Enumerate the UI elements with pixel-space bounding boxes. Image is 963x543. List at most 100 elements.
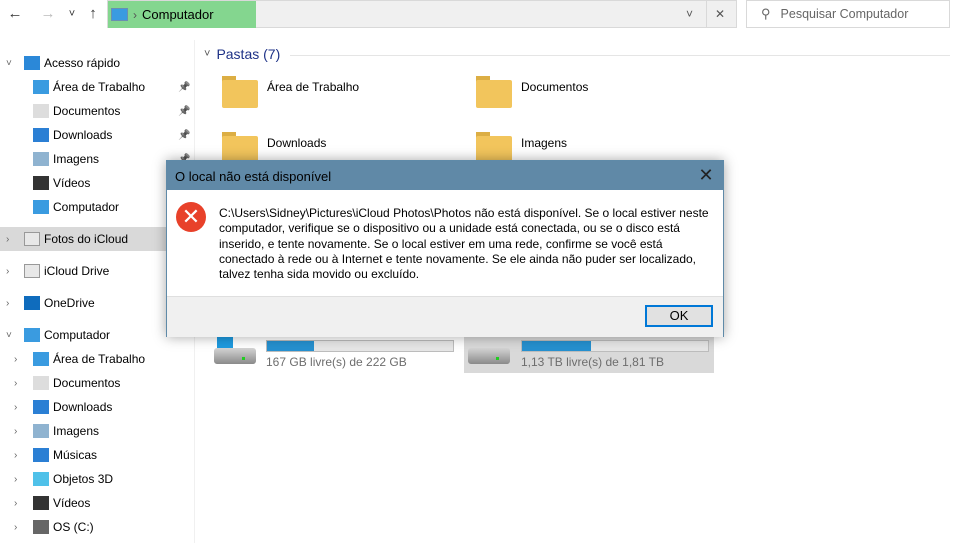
icloud-photos-icon [24, 232, 40, 246]
back-button[interactable]: ← [6, 5, 24, 23]
sidebar-item-label: Imagens [53, 424, 100, 438]
music-icon [33, 448, 49, 462]
sidebar-item-label: Fotos do iCloud [44, 232, 129, 246]
sidebar-item-label: Imagens [53, 152, 100, 166]
drive-usage-bar [521, 340, 709, 352]
hard-drive-icon [214, 348, 256, 364]
divider [706, 1, 707, 28]
up-button[interactable]: ↑ [84, 5, 102, 23]
hard-drive-icon [468, 348, 510, 364]
drive-free-label: 167 GB livre(s) de 222 GB [266, 355, 407, 369]
search-icon: ⚲ [761, 6, 771, 21]
pin-icon: 📌 [178, 105, 191, 117]
sidebar-item-label: Computador [44, 328, 111, 342]
videos-icon [33, 176, 49, 190]
sidebar-item-label: Downloads [53, 400, 113, 414]
sidebar-item[interactable]: Área de Trabalho 📌 [0, 75, 195, 99]
divider [290, 55, 950, 56]
search-placeholder: Pesquisar Computador [780, 7, 909, 21]
videos-icon [33, 496, 49, 510]
ok-button[interactable]: OK [645, 305, 713, 327]
group-title: Pastas (7) [216, 46, 281, 62]
address-bar[interactable]: › Computador ˅ ✕ [107, 0, 737, 28]
close-button[interactable]: ✕ [695, 165, 717, 186]
pictures-icon [33, 424, 49, 438]
address-dropdown-button[interactable]: ˅ [686, 7, 693, 21]
chevron-right-icon[interactable]: › [14, 474, 17, 485]
folder-icon[interactable] [476, 74, 512, 110]
error-icon: ✕ [176, 202, 206, 232]
sidebar-item-label: Vídeos [53, 496, 91, 510]
drive-free-label: 1,13 TB livre(s) de 1,81 TB [521, 355, 664, 369]
folder-label[interactable]: Downloads [267, 136, 326, 150]
chevron-right-icon[interactable]: › [6, 234, 9, 245]
sidebar-item[interactable]: › OS (C:) [0, 515, 195, 539]
sidebar-item-label: Computador [53, 200, 120, 214]
error-dialog: O local não está disponível ✕ ✕ C:\Users… [166, 160, 724, 337]
pin-icon: 📌 [178, 129, 191, 141]
computer-icon [33, 200, 49, 214]
sidebar-item-label: Documentos [53, 376, 121, 390]
onedrive-icon [24, 296, 40, 310]
sidebar-item[interactable]: › Documentos [0, 371, 195, 395]
chevron-right-icon[interactable]: › [14, 522, 17, 533]
documents-icon [33, 376, 49, 390]
pictures-icon [33, 152, 49, 166]
chevron-down-icon: ˅ [204, 48, 211, 60]
dialog-footer [167, 296, 723, 337]
chevron-right-icon[interactable]: › [14, 450, 17, 461]
documents-icon [33, 104, 49, 118]
chevron-right-icon[interactable]: › [14, 498, 17, 509]
chevron-right-icon[interactable]: › [14, 378, 17, 389]
sidebar-item-label: iCloud Drive [44, 264, 110, 278]
sidebar-item-label: Área de Trabalho [53, 80, 146, 94]
sidebar-item[interactable]: Downloads 📌 [0, 123, 195, 147]
sidebar-item[interactable]: › Vídeos [0, 491, 195, 515]
sidebar-item-label: Objetos 3D [53, 472, 114, 486]
dialog-message: C:\Users\Sidney\Pictures\iCloud Photos\P… [219, 206, 709, 282]
forward-button[interactable]: → [39, 5, 57, 23]
breadcrumb-computador[interactable]: Computador [142, 7, 214, 22]
drive-icon [33, 520, 49, 534]
sidebar-item[interactable]: Documentos 📌 [0, 99, 195, 123]
group-header-pastas[interactable]: ˅ Pastas (7) [204, 46, 280, 62]
desktop-icon [33, 352, 49, 366]
sidebar-item-label: Downloads [53, 128, 113, 142]
breadcrumb[interactable]: › Computador [108, 1, 256, 28]
sidebar-item[interactable]: › Objetos 3D [0, 467, 195, 491]
windows-logo-icon [217, 336, 233, 348]
sidebar-item[interactable]: ˅ Acesso rápido [0, 51, 195, 75]
clear-address-button[interactable]: ✕ [715, 7, 725, 21]
computer-icon [24, 328, 40, 342]
star-icon [24, 56, 40, 70]
sidebar-item[interactable]: › Área de Trabalho [0, 347, 195, 371]
sidebar-item-label: Músicas [53, 448, 98, 462]
pin-icon: 📌 [178, 81, 191, 93]
chevron-right-icon[interactable]: › [14, 354, 17, 365]
sidebar-item[interactable]: › Imagens [0, 419, 195, 443]
chevron-right-icon[interactable]: › [14, 426, 17, 437]
folder-label[interactable]: Imagens [521, 136, 567, 150]
sidebar-item-label: Área de Trabalho [53, 352, 146, 366]
sidebar-item-label: OS (C:) [53, 520, 94, 534]
chevron-down-icon[interactable]: ˅ [6, 330, 12, 341]
download-icon [33, 400, 49, 414]
search-input[interactable]: ⚲ Pesquisar Computador [746, 0, 950, 28]
folder-icon[interactable] [222, 74, 258, 110]
sidebar-item[interactable]: › Músicas [0, 443, 195, 467]
chevron-right-icon[interactable]: › [6, 298, 9, 309]
computer-icon [111, 8, 128, 21]
sidebar-item[interactable]: › Downloads [0, 395, 195, 419]
drive-usage-bar [266, 340, 454, 352]
chevron-down-icon[interactable]: ˅ [6, 58, 12, 69]
folder-label[interactable]: Área de Trabalho [267, 80, 359, 94]
folder-label[interactable]: Documentos [521, 80, 588, 94]
breadcrumb-separator: › [133, 7, 137, 22]
chevron-right-icon[interactable]: › [6, 266, 9, 277]
recent-locations-button[interactable]: ˅ [63, 5, 81, 23]
icloud-drive-icon [24, 264, 40, 278]
3d-objects-icon [33, 472, 49, 486]
chevron-right-icon[interactable]: › [14, 402, 17, 413]
sidebar-item-label: OneDrive [44, 296, 95, 310]
sidebar-item-label: Acesso rápido [44, 56, 121, 70]
